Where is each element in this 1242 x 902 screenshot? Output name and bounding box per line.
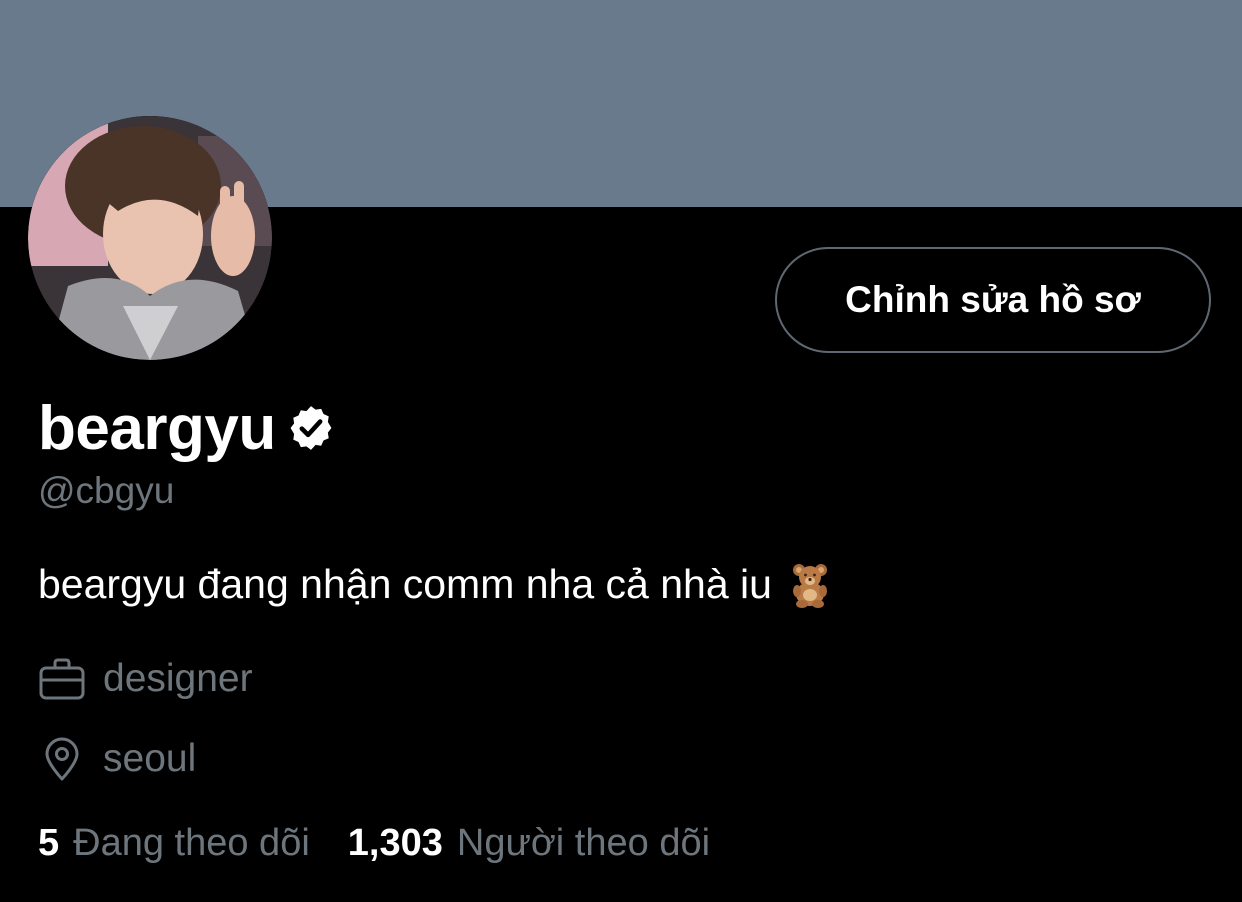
profile-bio: beargyu đang nhận comm nha cả nhà iu (38, 560, 834, 608)
followers-count: 1,303 (347, 822, 443, 864)
job-text: designer (103, 657, 253, 700)
display-name-row: beargyu (38, 392, 336, 464)
teddy-bear-icon (792, 564, 827, 608)
follow-stats: 5 Đang theo dõi 1,303 Người theo dõi (38, 822, 748, 865)
avatar[interactable] (28, 116, 272, 360)
following-link[interactable]: 5 Đang theo dõi (38, 822, 310, 865)
followers-label: Người theo dõi (456, 822, 711, 864)
profile-location: seoul (38, 735, 196, 783)
followers-link[interactable]: 1,303 Người theo dõi (348, 822, 710, 865)
avatar-image (28, 116, 272, 360)
profile-handle: @cbgyu (38, 470, 175, 511)
edit-profile-button[interactable]: Chỉnh sửa hồ sơ (775, 247, 1211, 353)
profile-job: designer (38, 655, 253, 703)
profile-page: Chỉnh sửa hồ sơ beargyu @cbgyu beargyu đ… (0, 0, 1242, 902)
briefcase-icon (39, 658, 85, 700)
bio-text: beargyu đang nhận comm nha cả nhà iu (38, 560, 772, 607)
following-label: Đang theo dõi (73, 822, 310, 864)
following-count: 5 (38, 822, 60, 864)
verified-badge-icon (290, 406, 332, 450)
location-pin-icon (45, 737, 79, 781)
location-text: seoul (103, 737, 197, 780)
display-name: beargyu (38, 393, 276, 463)
